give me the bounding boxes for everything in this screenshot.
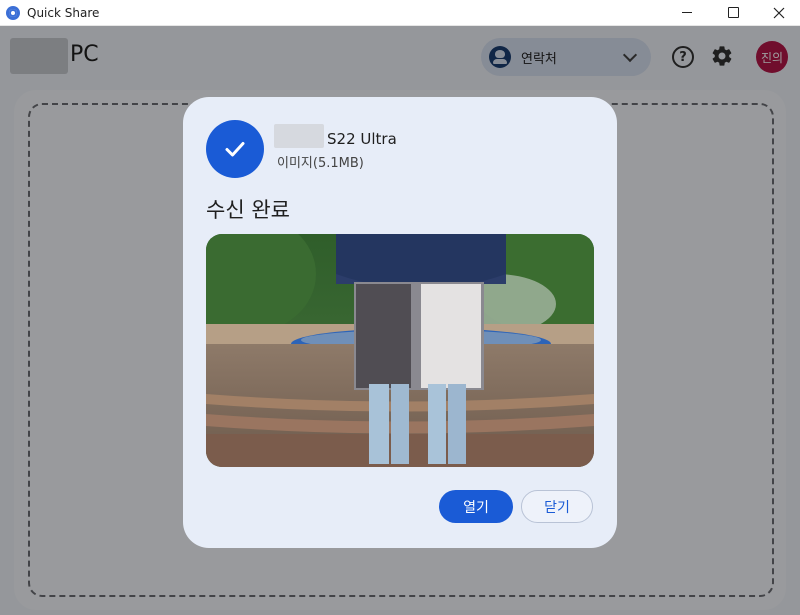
close-icon [773,7,785,18]
minimize-button[interactable] [664,0,710,25]
quick-share-icon [6,5,20,20]
sender-name-redacted [274,124,324,148]
status-title: 수신 완료 [206,198,290,222]
checkmark-icon [225,142,245,157]
close-button[interactable]: 닫기 [521,490,593,523]
file-info: 이미지(5.1MB) [277,156,364,171]
success-badge [206,120,264,178]
received-image-preview[interactable] [206,234,594,467]
sender-device: S22 Ultra [327,130,397,148]
open-button[interactable]: 열기 [439,490,513,523]
maximize-button[interactable] [710,0,756,25]
title-bar: Quick Share [0,0,800,26]
receive-complete-dialog: S22 Ultra 이미지(5.1MB) 수신 완료 열기 닫기 [183,97,617,548]
close-window-button[interactable] [756,0,800,25]
window-title: Quick Share [27,5,100,20]
photo-illustration [206,234,594,467]
